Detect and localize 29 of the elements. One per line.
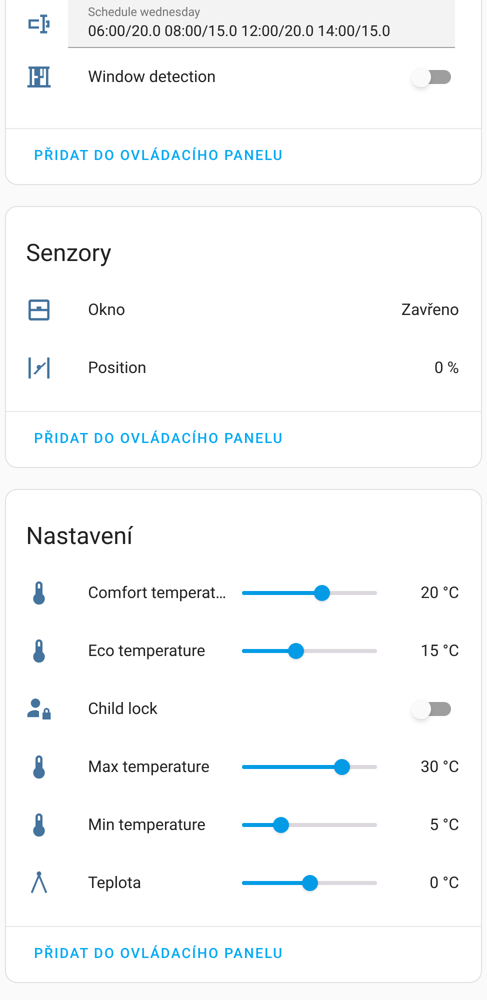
slider-value: 20 °C [420, 582, 459, 604]
card-title: Senzory [25, 238, 112, 269]
row-label: Max temperature [88, 757, 210, 776]
row-label: Position [88, 358, 146, 377]
slider-value: 30 °C [420, 756, 459, 778]
row-label: Okno [88, 300, 126, 319]
row-label: Child lock [88, 699, 158, 718]
slider-value: 5 °C [428, 814, 459, 836]
add-to-dashboard-button[interactable]: PŘIDAT DO OVLÁDACÍHO PANELU [26, 142, 292, 171]
row-label: Window detection [88, 67, 216, 86]
text-field[interactable]: Schedule wednesday 06:00/20.0 08:00/15.0 12:00/20.0 14:00/15.0 [68, 0, 455, 48]
row-label: Comfort temperat… [88, 583, 226, 602]
card-title: Nastavení [25, 521, 134, 552]
field-value: 06:00/20.0 08:00/15.0 12:00/20.0 14:00/15.0 [88, 22, 392, 41]
slider-value: 0 °C [428, 872, 459, 894]
slider-thumb[interactable] [288, 643, 304, 659]
slider-thumb[interactable] [302, 875, 318, 891]
add-to-dashboard-button[interactable]: PŘIDAT DO OVLÁDACÍHO PANELU [26, 425, 292, 454]
slider-thumb[interactable] [334, 759, 350, 775]
add-to-dashboard-button[interactable]: PŘIDAT DO OVLÁDACÍHO PANELU [26, 940, 292, 969]
sensor-value: Zavřeno [401, 299, 459, 321]
slider-thumb[interactable] [314, 585, 330, 601]
sensor-value: 0 % [434, 357, 459, 379]
row-label: Teplota [88, 873, 142, 892]
slider-thumb[interactable] [273, 817, 290, 833]
row-label: Eco temperature [88, 641, 206, 660]
row-label: Min temperature [88, 815, 206, 834]
slider-value: 15 °C [420, 640, 459, 662]
field-label: Schedule wednesday [88, 6, 202, 18]
